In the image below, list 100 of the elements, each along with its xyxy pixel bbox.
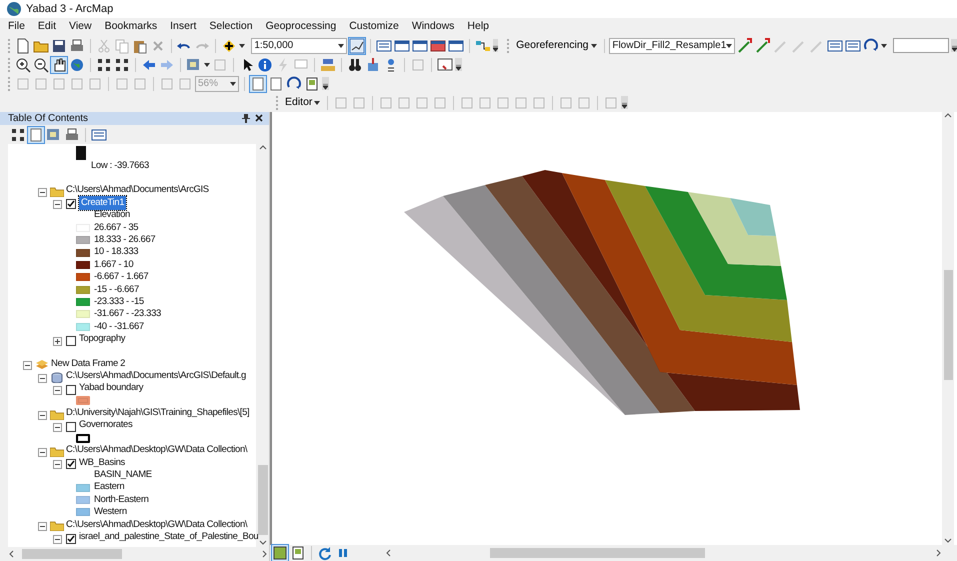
layers-icon: [35, 358, 49, 370]
caret-icon: [881, 44, 888, 48]
source-path[interactable]: D:\University\Najah\GIS\Training_Shapefiles\[5]: [66, 406, 250, 420]
rotate-icon[interactable]: [863, 38, 880, 54]
table-icon[interactable]: [827, 38, 844, 54]
overflow-icon[interactable]: [621, 96, 628, 109]
collapse-icon[interactable]: [53, 458, 62, 468]
layer-name[interactable]: WB_Basins: [79, 456, 125, 470]
caret-icon: [239, 44, 246, 48]
checkbox[interactable]: [66, 532, 76, 542]
control-point-icon[interactable]: [737, 38, 754, 54]
window-icon[interactable]: [412, 38, 428, 54]
page-icon[interactable]: [268, 76, 284, 92]
expand-icon[interactable]: [53, 334, 62, 344]
collapse-icon[interactable]: [53, 198, 62, 208]
scroll-right-icon[interactable]: [935, 549, 943, 557]
layer-name[interactable]: CreateTin1: [79, 196, 126, 210]
editor-menu-button[interactable]: Editor: [283, 94, 322, 110]
menu-item[interactable]: Selection: [209, 19, 253, 35]
menu-item[interactable]: Edit: [38, 19, 56, 35]
scroll-down-icon[interactable]: [944, 537, 952, 545]
zoom-out-icon[interactable]: [33, 56, 49, 72]
menu-item[interactable]: Bookmarks: [104, 19, 158, 35]
new-document-icon[interactable]: [14, 38, 31, 54]
print-icon[interactable]: [68, 38, 85, 54]
collapse-icon[interactable]: [53, 384, 62, 393]
collapse-icon[interactable]: [53, 532, 62, 542]
window-icon[interactable]: [448, 38, 464, 54]
overflow-icon[interactable]: [322, 77, 329, 90]
zoom-in-icon[interactable]: [15, 56, 31, 72]
checkbox[interactable]: [66, 334, 76, 344]
menu-item[interactable]: Help: [467, 19, 490, 35]
scroll-up-icon[interactable]: [944, 112, 952, 120]
window-icon[interactable]: [394, 38, 410, 54]
scale-dropdown[interactable]: 1:50,000: [251, 38, 347, 54]
scrollbar-thumb[interactable]: [944, 270, 952, 380]
layer-name[interactable]: israel_and_palestine_State_of_Palestine_Bou: [79, 530, 258, 544]
text-field[interactable]: [893, 38, 950, 53]
layer-name[interactable]: Yabad boundary: [79, 381, 144, 396]
rotate-icon[interactable]: [286, 76, 302, 92]
menu-item[interactable]: Customize: [349, 19, 399, 35]
checkbox[interactable]: [66, 198, 76, 208]
collapse-icon[interactable]: [53, 421, 62, 430]
window-icon[interactable]: [430, 38, 446, 54]
menu-item[interactable]: Insert: [170, 19, 196, 35]
legend-label: Eastern: [94, 480, 124, 494]
table-icon[interactable]: [845, 38, 862, 54]
table-icon[interactable]: [376, 38, 392, 54]
menu-item[interactable]: File: [8, 19, 25, 35]
identify-icon[interactable]: [257, 56, 273, 72]
line-chart-icon[interactable]: [348, 38, 365, 54]
page-icon[interactable]: [250, 76, 266, 92]
layout-view-icon[interactable]: [304, 76, 320, 92]
database-icon: [50, 370, 64, 382]
scroll-up-icon[interactable]: [258, 144, 266, 152]
scrollbar-thumb[interactable]: [258, 465, 268, 535]
collapse-icon[interactable]: [23, 359, 32, 368]
layer-name[interactable]: Topography: [79, 332, 126, 346]
collapse-icon[interactable]: [38, 408, 47, 418]
refresh-icon[interactable]: [317, 545, 333, 561]
control-point-icon[interactable]: [755, 38, 772, 54]
collapse-icon[interactable]: [38, 520, 47, 530]
menu-item[interactable]: Geoprocessing: [266, 19, 336, 35]
layout-view-icon[interactable]: [290, 545, 306, 561]
menu-item[interactable]: Windows: [412, 19, 454, 35]
overflow-icon[interactable]: [492, 39, 498, 52]
globe-icon[interactable]: [69, 56, 85, 72]
checkbox[interactable]: [66, 458, 76, 468]
scroll-right-icon[interactable]: [261, 550, 269, 558]
caret-icon: [338, 44, 344, 48]
collapse-icon[interactable]: [38, 446, 47, 455]
checkbox[interactable]: [66, 420, 76, 431]
overflow-icon[interactable]: [951, 39, 957, 52]
checkbox[interactable]: [66, 383, 76, 394]
source-path[interactable]: C:\Users\Ahmad\Documents\ArcGIS: [66, 183, 209, 198]
binoculars-icon[interactable]: [347, 56, 363, 72]
pan-icon[interactable]: [51, 56, 67, 72]
data-frame-name[interactable]: New Data Frame 2: [51, 356, 126, 371]
collapse-icon[interactable]: [38, 372, 47, 381]
layer-name[interactable]: Governorates: [79, 418, 132, 433]
pin-icon[interactable]: [242, 111, 250, 126]
add-data-icon[interactable]: [221, 38, 238, 54]
menu-item[interactable]: View: [69, 19, 92, 35]
folder-icon: [50, 444, 64, 456]
scrollbar-thumb[interactable]: [22, 549, 122, 559]
scroll-left-icon[interactable]: [8, 550, 16, 558]
data-view-icon[interactable]: [272, 545, 288, 561]
source-path[interactable]: C:\Users\Ahmad\Desktop\GW\Data Collection\: [66, 518, 248, 532]
source-path[interactable]: C:\Users\Ahmad\Documents\ArcGIS\Default.g: [66, 368, 246, 384]
scrollbar-thumb[interactable]: [490, 548, 705, 558]
options-icon[interactable]: [91, 126, 107, 142]
scroll-down-icon[interactable]: [258, 539, 266, 547]
select-features-icon[interactable]: [186, 56, 202, 72]
overflow-icon[interactable]: [455, 58, 462, 71]
collapse-icon[interactable]: [38, 186, 47, 196]
georeferencing-menu-button[interactable]: Georeferencing: [514, 38, 599, 54]
layer-dropdown[interactable]: FlowDir_Fill2_Resample1: [609, 38, 736, 54]
scroll-left-icon[interactable]: [385, 549, 393, 557]
save-icon[interactable]: [50, 38, 67, 54]
source-path[interactable]: C:\Users\Ahmad\Desktop\GW\Data Collection\: [66, 443, 248, 458]
